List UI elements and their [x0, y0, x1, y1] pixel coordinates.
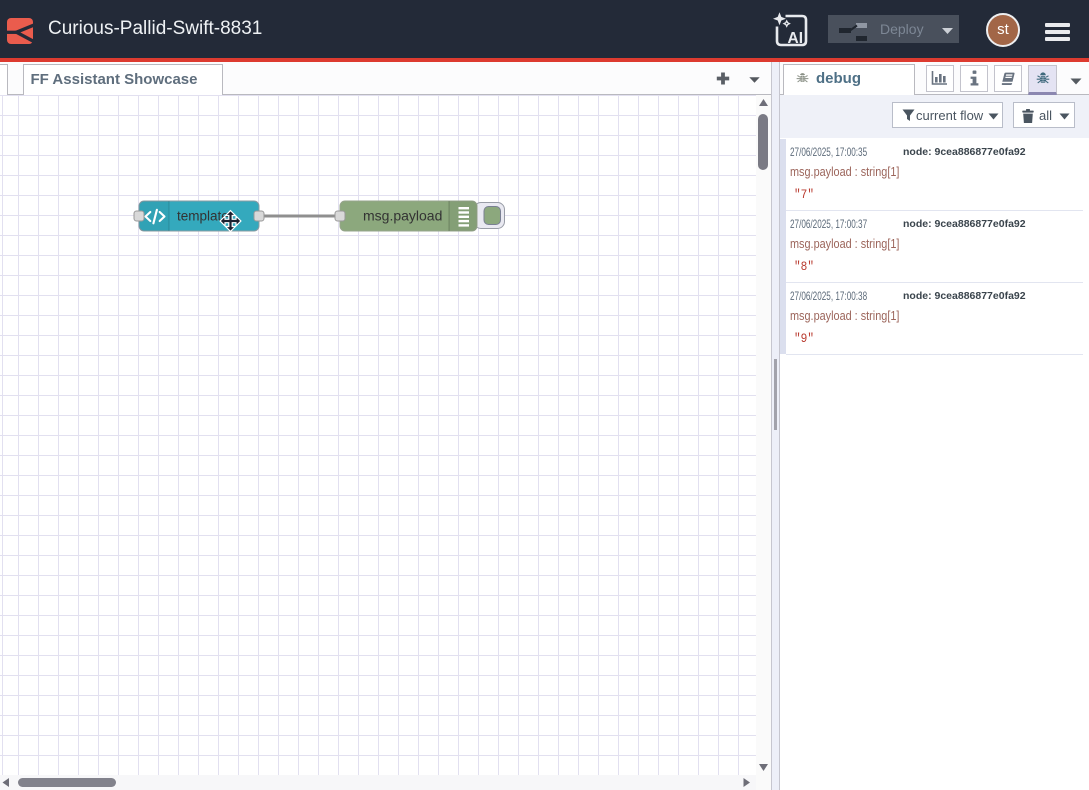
svg-text:msg.payload: msg.payload	[363, 208, 442, 224]
svg-text:AI: AI	[788, 30, 804, 47]
